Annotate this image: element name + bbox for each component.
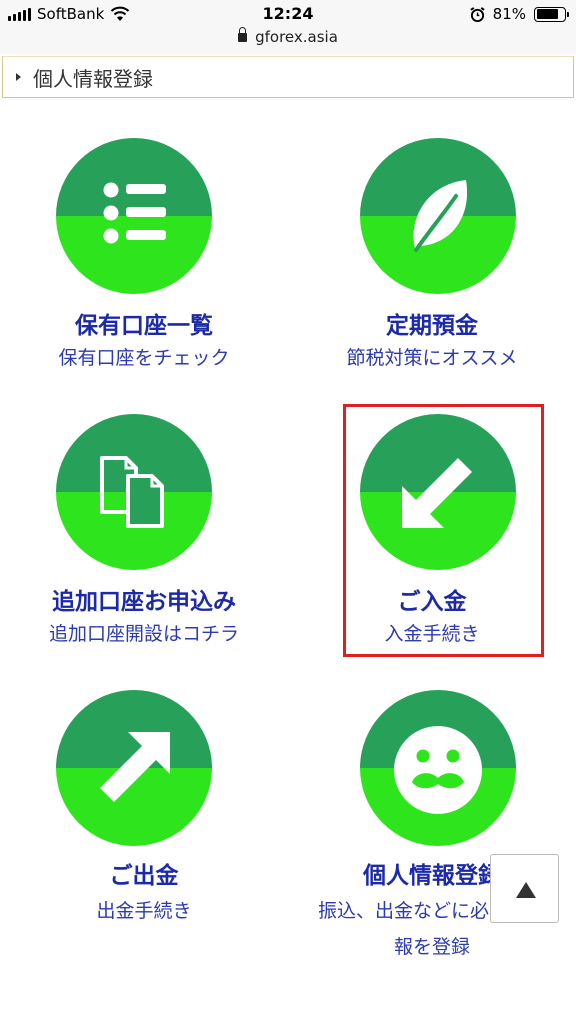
address-bar[interactable]: gforex.asia [0, 27, 576, 46]
breadcrumb-arrow-icon [16, 73, 21, 81]
menu-item-personal-info[interactable]: 個人情報登録 振込、出金などに必要な情 報を登録 [288, 690, 576, 970]
status-bar: SoftBank 12:24 gforex.asia 81% [0, 0, 576, 54]
lock-icon [238, 27, 248, 42]
menu-subtitle: 追加口座開設はコチラ [48, 623, 239, 645]
documents-icon [56, 414, 212, 570]
selection-highlight [343, 404, 544, 657]
menu-subtitle-line2: 報を登録 [393, 936, 470, 958]
alarm-icon [470, 6, 485, 22]
arrow-up-right-icon [56, 690, 212, 846]
scroll-top-button[interactable] [490, 854, 559, 923]
up-triangle-icon [516, 882, 536, 898]
list-icon [56, 138, 212, 294]
menu-title: 保有口座一覧 [75, 313, 213, 339]
menu-item-additional-account[interactable]: 追加口座お申込み 追加口座開設はコチラ [0, 414, 288, 664]
menu-item-time-deposit[interactable]: 定期預金 節税対策にオススメ [288, 138, 576, 388]
menu-title: ご出金 [109, 863, 179, 889]
menu-title: 追加口座お申込み [52, 589, 236, 615]
menu-title: 定期預金 [386, 313, 478, 339]
status-right: 81% [470, 5, 569, 23]
menu-subtitle: 出金手続き [96, 900, 192, 922]
leaf-icon [360, 138, 516, 294]
battery-icon [534, 6, 569, 22]
battery-fill [536, 9, 559, 19]
mustache-face-icon [360, 690, 516, 846]
battery-percent: 81% [492, 5, 526, 23]
menu-subtitle: 保有口座をチェック [58, 347, 230, 369]
breadcrumb-label: 個人情報登録 [33, 66, 153, 91]
breadcrumb[interactable]: 個人情報登録 [2, 56, 574, 98]
menu-item-withdrawal[interactable]: ご出金 出金手続き [0, 690, 288, 930]
url-text: gforex.asia [255, 28, 338, 46]
menu-item-accounts[interactable]: 保有口座一覧 保有口座をチェック [0, 138, 288, 388]
menu-subtitle: 節税対策にオススメ [346, 347, 518, 369]
